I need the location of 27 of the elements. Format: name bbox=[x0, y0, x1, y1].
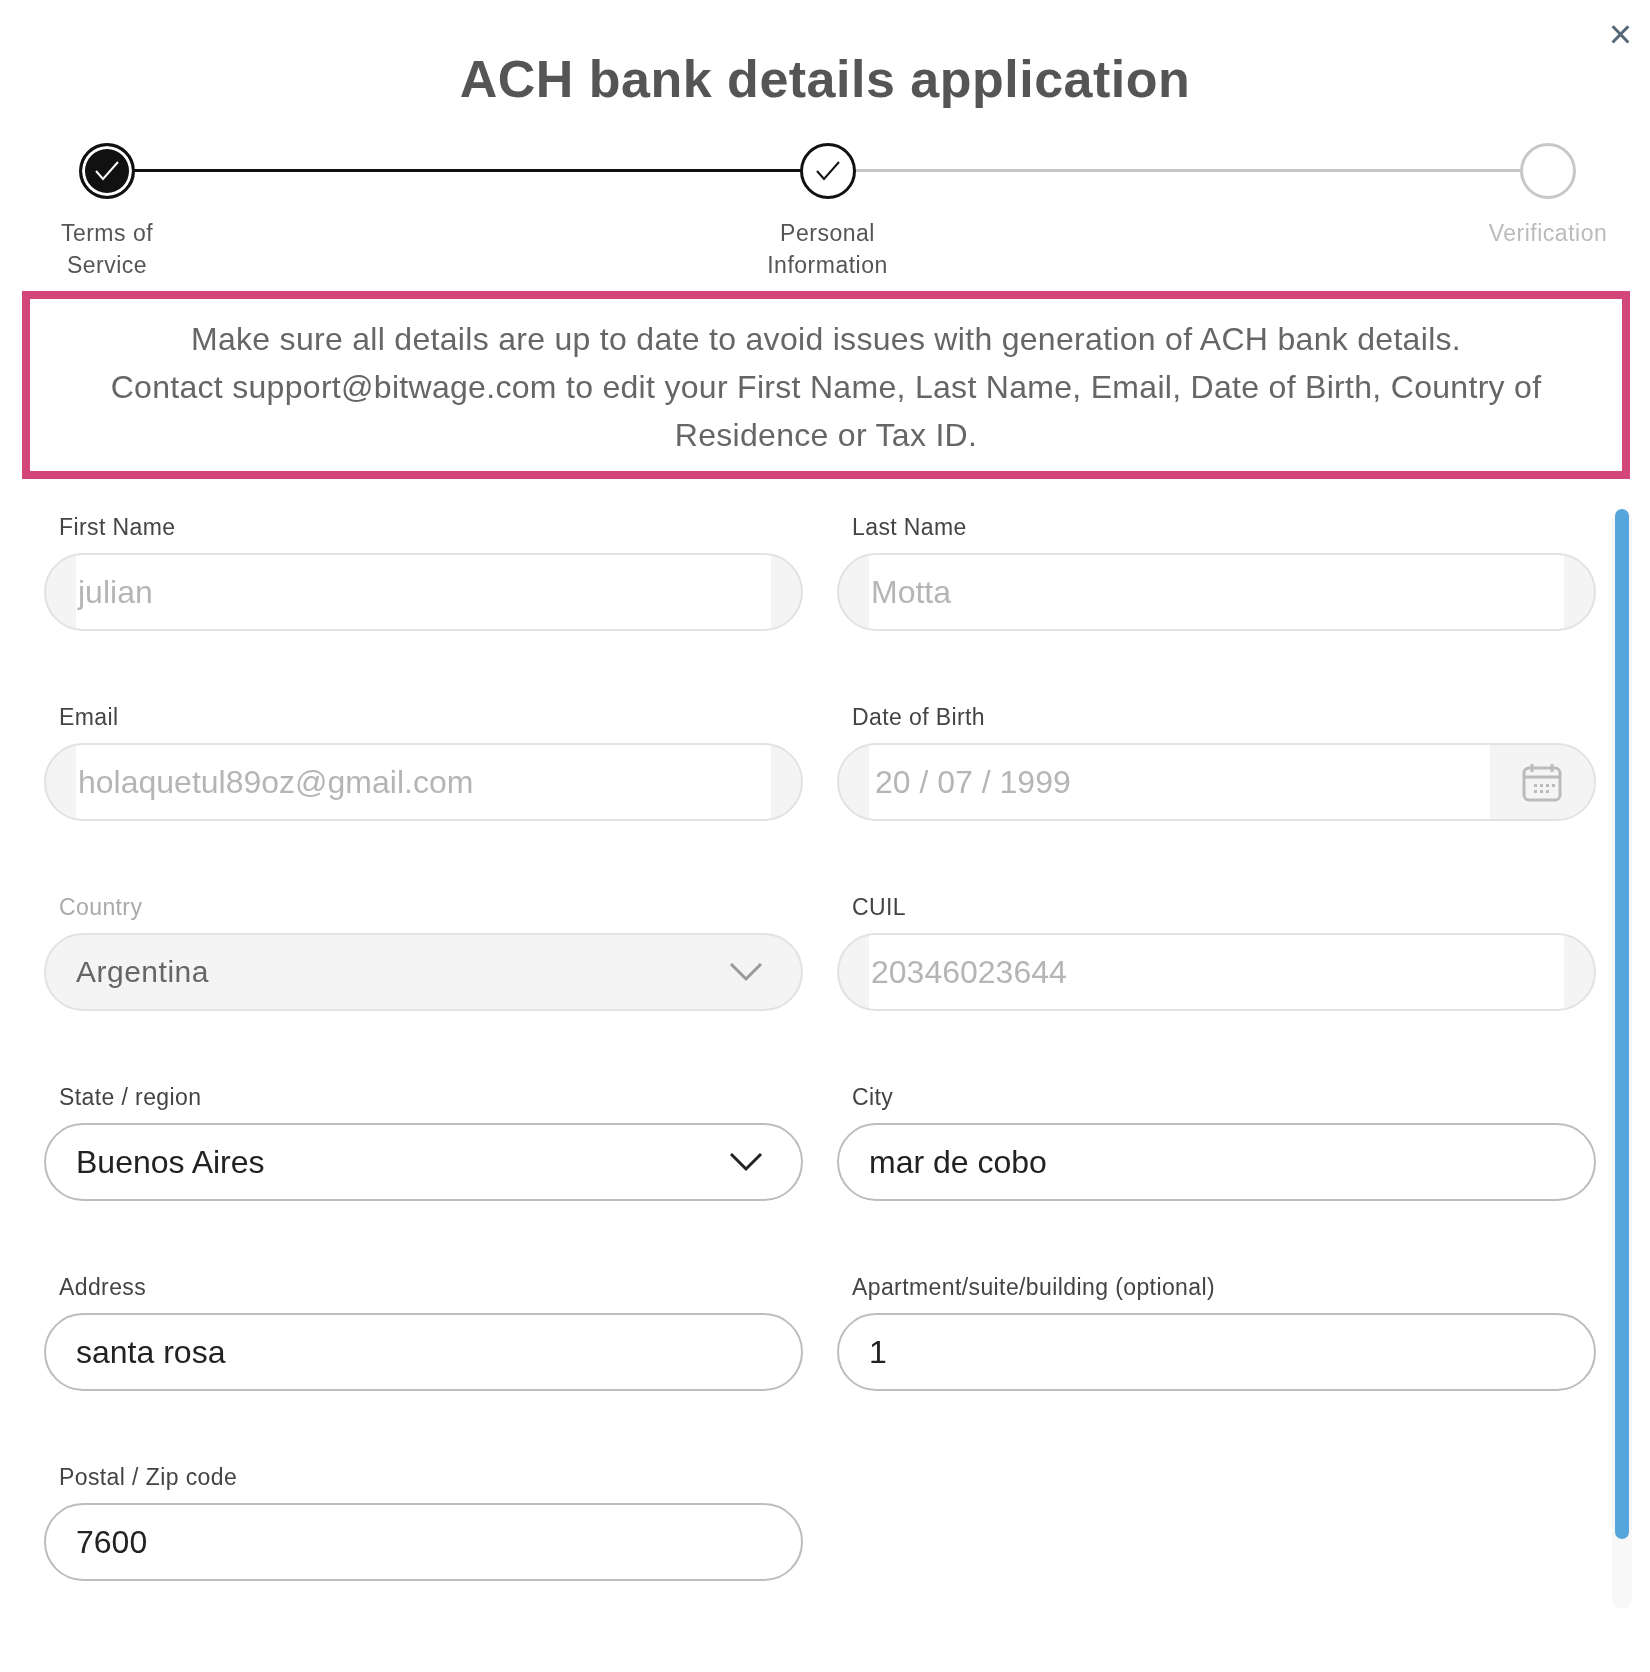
field-label: City bbox=[852, 1083, 895, 1111]
field-label: Email bbox=[59, 703, 120, 731]
chevron-down-icon bbox=[729, 962, 763, 982]
input-field[interactable]: santa rosa bbox=[44, 1313, 803, 1391]
chevron-down-icon bbox=[729, 1152, 763, 1172]
field-label: Postal / Zip code bbox=[59, 1463, 239, 1491]
step-label: Verification bbox=[1487, 219, 1609, 248]
step-label: Personal Information bbox=[766, 219, 889, 280]
calendar-icon[interactable] bbox=[1522, 762, 1562, 802]
field-label: CUIL bbox=[852, 893, 907, 921]
dropdown-field[interactable]: Buenos Aires bbox=[44, 1123, 803, 1201]
field-label: Apartment/suite/building (optional) bbox=[852, 1273, 1217, 1301]
field-label: Country bbox=[59, 893, 144, 921]
field-label: State / region bbox=[59, 1083, 203, 1111]
input-field[interactable]: 1 bbox=[837, 1313, 1596, 1391]
field-label: Date of Birth bbox=[852, 703, 987, 731]
notice-text: Make sure all details are up to date to avoid issues with generation of ACH bank details. bbox=[189, 320, 1463, 359]
scrollbar-thumb[interactable] bbox=[1615, 509, 1629, 1539]
field-label: Last Name bbox=[852, 513, 968, 541]
close-button[interactable]: × bbox=[1602, 14, 1638, 54]
input-field[interactable]: 7600 bbox=[44, 1503, 803, 1581]
input-field[interactable]: mar de cobo bbox=[837, 1123, 1596, 1201]
step-label: Terms of Service bbox=[59, 219, 155, 280]
field-label: First Name bbox=[59, 513, 177, 541]
dialog-title: ACH bank details application bbox=[459, 49, 1191, 110]
field-label: Address bbox=[59, 1273, 148, 1301]
notice-text: Contact support@bitwage.com to edit your First Name, Last Name, Email, Date of Birth, Country of Residence or Tax ID. bbox=[109, 368, 1543, 455]
